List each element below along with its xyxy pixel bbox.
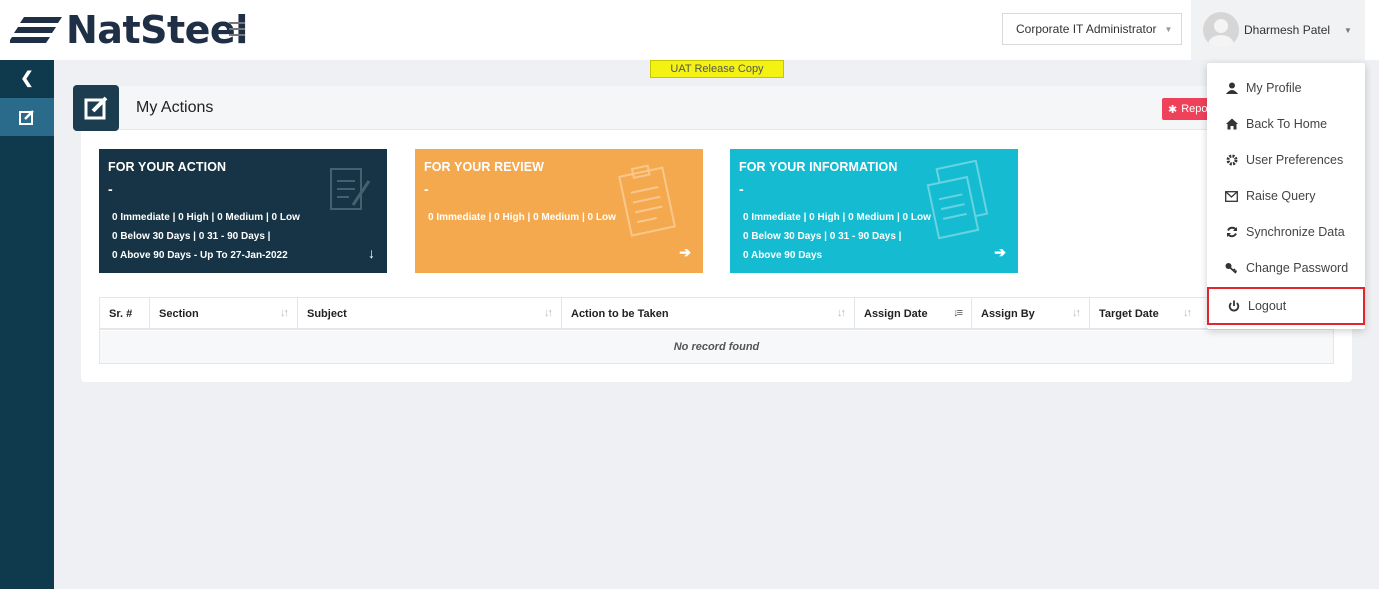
column-header-section[interactable]: Section ↓↑ <box>150 298 298 329</box>
sort-icon: ↓↑ <box>1072 307 1081 319</box>
card-for-your-information[interactable]: FOR YOUR INFORMATION - 0 Immediate | 0 H… <box>730 149 1018 273</box>
menu-item-raise-query[interactable]: Raise Query <box>1207 181 1365 211</box>
actions-table: Sr. # Section ↓↑ Subject ↓↑ Action to be… <box>99 297 1334 364</box>
top-header: NatSteel Corporate IT Administrator ▼ Dh… <box>0 0 1379 60</box>
sidebar-collapse-button[interactable]: ❮ <box>0 64 54 92</box>
avatar <box>1203 12 1239 48</box>
arrow-down-icon[interactable]: ↓ <box>368 245 375 261</box>
gear-icon <box>1225 154 1238 167</box>
chevron-left-icon: ❮ <box>20 70 34 87</box>
report-button-label: Repo <box>1181 103 1208 115</box>
user-icon <box>1225 82 1238 95</box>
uat-release-banner: UAT Release Copy <box>650 60 784 78</box>
documents-icon <box>926 159 989 240</box>
sort-icon: ↓↑ <box>280 307 289 319</box>
logo-stripes-icon <box>10 17 62 43</box>
column-header-action[interactable]: Action to be Taken ↓↑ <box>562 298 855 329</box>
column-header-sr[interactable]: Sr. # <box>100 298 150 329</box>
role-select[interactable]: Corporate IT Administrator ▼ <box>1002 13 1182 45</box>
table-header: Sr. # Section ↓↑ Subject ↓↑ Action to be… <box>100 298 1333 330</box>
sort-icon: ↓↑ <box>544 307 553 319</box>
sort-desc-icon: ↓≡ <box>953 307 963 319</box>
hamburger-menu-icon[interactable] <box>229 22 245 36</box>
page-title: My Actions <box>136 99 214 116</box>
report-icon: ✱ <box>1168 103 1178 116</box>
user-avatar-icon <box>1208 19 1234 48</box>
menu-item-logout[interactable]: Logout <box>1207 287 1365 325</box>
sort-icon: ↓↑ <box>1183 307 1192 319</box>
card-title: FOR YOUR REVIEW <box>424 160 545 174</box>
sidebar-item-my-actions[interactable] <box>0 98 54 136</box>
clipboard-icon <box>618 164 677 237</box>
card-days-line: 0 Below 30 Days | 0 31 - 90 Days | <box>743 231 902 242</box>
power-icon <box>1227 300 1240 313</box>
menu-item-back-to-home[interactable]: Back To Home <box>1207 109 1365 139</box>
sidebar: ❮ <box>0 60 54 589</box>
role-select-value: Corporate IT Administrator <box>1016 22 1157 36</box>
refresh-icon <box>1225 226 1238 239</box>
arrow-right-icon[interactable]: ➔ <box>994 244 1006 261</box>
card-priority-line: 0 Immediate | 0 High | 0 Medium | 0 Low <box>428 212 616 223</box>
menu-item-my-profile[interactable]: My Profile <box>1207 73 1365 103</box>
brand-name: NatSteel <box>66 8 248 52</box>
menu-item-change-password[interactable]: Change Password <box>1207 253 1365 283</box>
card-count: - <box>108 181 113 197</box>
key-icon <box>1225 262 1238 275</box>
home-icon <box>1225 118 1238 131</box>
column-header-subject[interactable]: Subject ↓↑ <box>298 298 562 329</box>
user-name: Dharmesh Patel <box>1244 23 1331 37</box>
document-edit-icon <box>330 168 371 210</box>
chevron-down-icon: ▼ <box>1344 25 1352 35</box>
card-count: - <box>739 181 744 197</box>
edit-icon <box>19 110 34 125</box>
card-priority-line: 0 Immediate | 0 High | 0 Medium | 0 Low <box>743 212 931 223</box>
card-priority-line: 0 Immediate | 0 High | 0 Medium | 0 Low <box>112 212 300 223</box>
arrow-right-icon[interactable]: ➔ <box>679 244 691 261</box>
card-title: FOR YOUR ACTION <box>108 160 227 174</box>
natsteel-logo[interactable]: NatSteel <box>10 8 248 52</box>
empty-row: No record found <box>100 331 1333 363</box>
chevron-down-icon: ▼ <box>1164 24 1173 34</box>
card-above-line: 0 Above 90 Days - Up To 27-Jan-2022 <box>112 250 288 261</box>
panel-header: My Actions ✱ Repo <box>73 85 1352 131</box>
sort-icon: ↓↑ <box>837 307 846 319</box>
card-for-your-review[interactable]: FOR YOUR REVIEW - 0 Immediate | 0 High |… <box>415 149 703 273</box>
envelope-icon <box>1225 190 1238 203</box>
menu-item-synchronize-data[interactable]: Synchronize Data <box>1207 217 1365 247</box>
user-dropdown-menu: My Profile Back To Home User Preferences… <box>1207 63 1365 329</box>
column-header-assign-date[interactable]: Assign Date ↓≡ <box>855 298 972 329</box>
my-actions-icon <box>73 85 119 131</box>
user-menu-toggle[interactable]: Dharmesh Patel ▼ <box>1191 0 1365 60</box>
my-actions-panel: My Actions ✱ Repo FOR YOUR ACTION - 0 Im… <box>73 85 1352 382</box>
card-for-your-action[interactable]: FOR YOUR ACTION - 0 Immediate | 0 High |… <box>99 149 387 273</box>
card-title: FOR YOUR INFORMATION <box>739 160 898 174</box>
card-days-line: 0 Below 30 Days | 0 31 - 90 Days | <box>112 231 271 242</box>
column-header-assign-by[interactable]: Assign By ↓↑ <box>972 298 1090 329</box>
menu-item-user-preferences[interactable]: User Preferences <box>1207 145 1365 175</box>
card-count: - <box>424 181 429 197</box>
card-above-line: 0 Above 90 Days <box>743 250 823 261</box>
